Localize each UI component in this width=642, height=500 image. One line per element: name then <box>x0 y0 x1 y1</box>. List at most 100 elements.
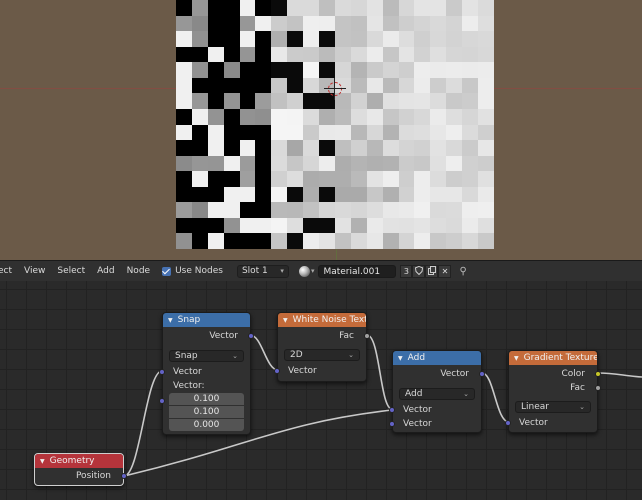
close-icon[interactable]: ✕ <box>438 264 452 278</box>
preview-pixel <box>478 15 494 32</box>
preview-pixel <box>366 31 383 47</box>
preview-pixel <box>478 186 494 203</box>
collapse-triangle-icon[interactable]: ▼ <box>514 355 519 362</box>
gradient-texture-node[interactable]: ▼ Gradient Texture Color Fac Linear ⌄ Ve… <box>505 350 601 433</box>
preview-pixel <box>366 93 383 109</box>
add-operation-dropdown[interactable]: Add ⌄ <box>399 388 475 400</box>
preview-pixel <box>350 233 367 249</box>
gradient-input-vector-socket[interactable] <box>505 420 511 426</box>
snap-increment-y-field[interactable]: 0.100 <box>169 406 244 418</box>
preview-pixel <box>430 186 447 203</box>
preview-pixel <box>223 108 240 125</box>
preview-pixel <box>223 155 240 172</box>
material-name-field[interactable]: Material.001 <box>318 264 397 278</box>
preview-pixel <box>271 124 288 141</box>
snap-node-header[interactable]: ▼ Snap <box>163 313 250 327</box>
user-count[interactable]: 3 <box>400 264 413 278</box>
snap-output-vector-socket[interactable] <box>248 333 254 339</box>
slot-dropdown[interactable]: Slot 1 ▾ <box>236 264 289 278</box>
preview-pixel <box>319 171 335 187</box>
preview-pixel <box>223 124 240 141</box>
preview-pixel <box>350 171 367 187</box>
preview-pixel <box>207 77 224 94</box>
preview-pixel <box>239 46 256 63</box>
preview-pixel <box>430 140 447 156</box>
preview-pixel <box>446 31 463 47</box>
gradient-output-color-socket[interactable] <box>595 371 601 377</box>
preview-pixel <box>207 202 224 218</box>
collapse-triangle-icon[interactable]: ▼ <box>283 317 288 324</box>
add-output-vector-socket[interactable] <box>479 371 485 377</box>
snap-increment-z-field[interactable]: 0.000 <box>169 419 244 431</box>
preview-pixel <box>287 171 304 187</box>
collapse-triangle-icon[interactable]: ▼ <box>398 355 403 362</box>
3d-cursor-icon[interactable] <box>324 78 346 100</box>
menu-select[interactable]: Select <box>51 266 91 276</box>
preview-pixel <box>287 186 304 203</box>
preview-pixel <box>319 46 335 63</box>
duplicate-icon[interactable] <box>425 264 439 278</box>
menu-select-partial[interactable]: ect <box>0 266 18 276</box>
preview-pixel <box>398 233 415 249</box>
white-noise-node-header[interactable]: ▼ White Noise Textur <box>278 313 366 327</box>
white-noise-dimensions-dropdown[interactable]: 2D ⌄ <box>284 349 360 361</box>
preview-pixel <box>176 124 192 141</box>
gradient-type-dropdown[interactable]: Linear ⌄ <box>515 401 591 413</box>
geometry-input-node[interactable]: ▼ Geometry Position <box>34 453 127 486</box>
preview-pixel <box>478 62 494 78</box>
node-editor-canvas[interactable]: ▼ Snap Vector Snap ⌄ Vector Vector: 0.10… <box>0 281 642 500</box>
preview-pixel <box>462 77 479 94</box>
preview-pixel <box>255 108 272 125</box>
preview-pixel <box>414 108 431 125</box>
gradient-output-fac-socket[interactable] <box>595 385 601 391</box>
preview-pixel <box>255 31 272 47</box>
preview-pixel <box>271 15 288 32</box>
add-input-vector-a-label: Vector <box>403 405 432 415</box>
snap-input-vector-socket[interactable] <box>159 369 165 375</box>
preview-pixel <box>382 108 399 125</box>
preview-pixel <box>334 155 351 172</box>
preview-pixel <box>287 108 304 125</box>
preview-pixel <box>462 171 479 187</box>
fake-user-shield-icon[interactable] <box>412 264 426 278</box>
snap-increment-socket[interactable] <box>159 398 165 404</box>
preview-pixel <box>382 0 399 16</box>
collapse-triangle-icon[interactable]: ▼ <box>40 458 45 465</box>
preview-pixel <box>255 186 272 203</box>
pin-icon[interactable]: ⚲ <box>459 266 466 277</box>
snap-node[interactable]: ▼ Snap Vector Snap ⌄ Vector Vector: 0.10… <box>159 312 254 435</box>
add-node-header[interactable]: ▼ Add <box>393 351 481 365</box>
preview-pixel <box>366 108 383 125</box>
menu-view[interactable]: View <box>18 266 51 276</box>
preview-pixel <box>255 217 272 234</box>
checkbox-icon[interactable] <box>162 266 172 276</box>
material-sphere-icon[interactable] <box>298 265 310 277</box>
snap-operation-dropdown[interactable]: Snap ⌄ <box>169 350 244 362</box>
3d-viewport[interactable] <box>0 0 642 260</box>
preview-pixel <box>271 108 288 125</box>
preview-pixel <box>414 233 431 249</box>
preview-pixel <box>382 31 399 47</box>
preview-pixel <box>430 77 447 94</box>
preview-pixel <box>176 186 192 203</box>
preview-pixel <box>239 217 256 234</box>
white-noise-texture-node[interactable]: ▼ White Noise Textur Fac 2D ⌄ Vector <box>274 312 370 382</box>
snap-increment-x-field[interactable]: 0.100 <box>169 393 244 405</box>
preview-pixel <box>414 140 431 156</box>
gradient-node-header[interactable]: ▼ Gradient Texture <box>509 351 597 365</box>
preview-pixel <box>255 93 272 109</box>
preview-pixel <box>191 31 208 47</box>
collapse-triangle-icon[interactable]: ▼ <box>168 317 173 324</box>
preview-pixel <box>446 171 463 187</box>
vector-add-node[interactable]: ▼ Add Vector Add ⌄ Vector Vector <box>389 350 485 433</box>
white-noise-input-vector-socket[interactable] <box>274 368 280 374</box>
menu-node[interactable]: Node <box>121 266 157 276</box>
geometry-node-header[interactable]: ▼ Geometry <box>35 454 123 468</box>
preview-pixel <box>414 62 431 78</box>
geometry-output-position-socket[interactable] <box>121 473 127 479</box>
add-input-vector-b-socket[interactable] <box>389 421 395 427</box>
snap-increment-label: Vector: <box>173 381 205 391</box>
white-noise-output-fac-socket[interactable] <box>364 333 370 339</box>
menu-add[interactable]: Add <box>91 266 120 276</box>
add-input-vector-a-socket[interactable] <box>389 407 395 413</box>
